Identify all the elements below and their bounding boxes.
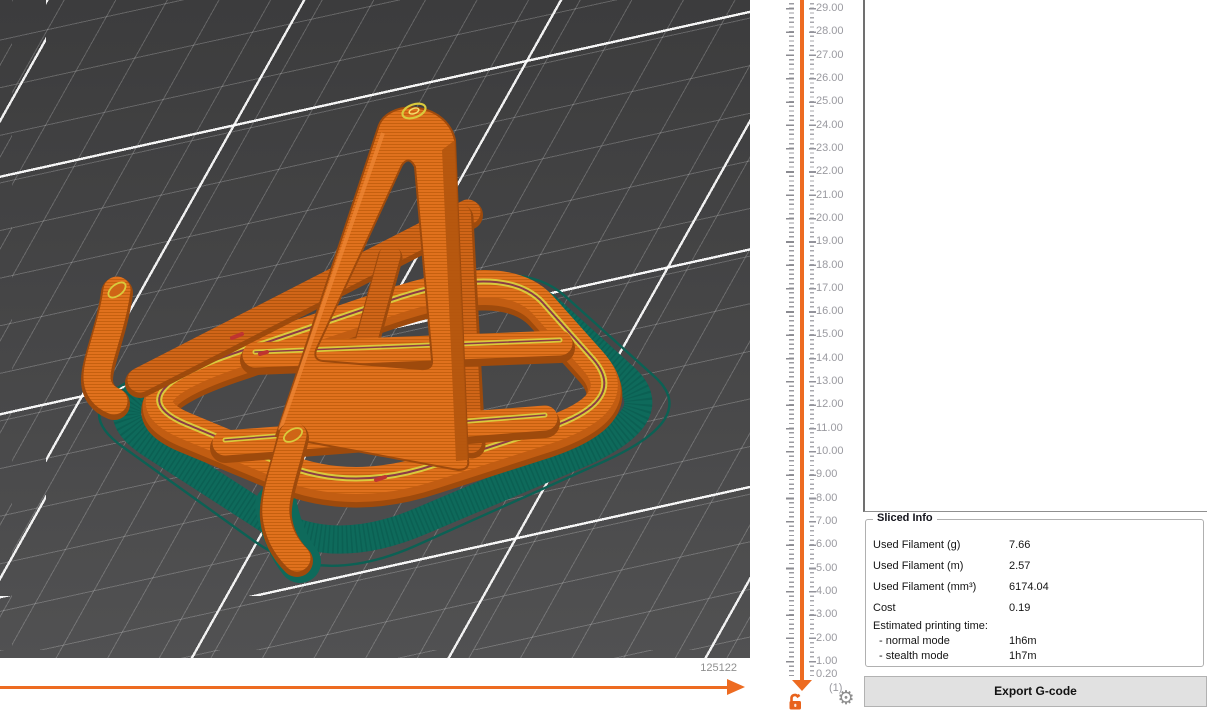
printing-time-header: Estimated printing time: [873,620,988,632]
sliced-info-panel: Sliced Info Used Filament (g) 7.66 Used Fi… [865,512,1204,667]
layer-tick-label: 15.00 [816,328,844,341]
layer-tick-label: 23.00 [816,141,844,154]
layer-tick-label: 4.00 [816,585,838,597]
sliced-info-row: Used Filament (g) 7.66 [873,539,1031,551]
layer-tick-label: 16.00 [816,305,844,318]
layer-slider-labels: 29.00 28.00 27.00 26.00 25.00 24.00 23.00 22.00… [816,0,864,710]
layer-tick-label: 1.00 [816,654,838,667]
layer-tick-label: 6.00 [816,538,838,551]
slicer-window: 29.00 28.00 27.00 26.00 25.00 24.00 23.00 22.00… [0,0,1207,710]
layer-tick-label: 17.00 [816,281,844,294]
3d-viewport[interactable] [0,0,750,658]
layer-tick-label: 0.20 [816,668,838,680]
sliced-info-row: Used Filament (m) 2.57 [873,560,1031,572]
layer-tick-label: 12.00 [816,398,844,411]
layer-tick-label: 19.00 [816,235,844,248]
export-gcode-button[interactable]: Export G-code [864,676,1207,707]
gear-icon[interactable]: ⚙ [835,688,857,710]
lock-open-icon[interactable] [788,693,805,710]
layer-tick-label: 10.00 [816,445,844,458]
layer-tick-label: 20.00 [816,211,844,224]
layer-tick-label: 26.00 [816,71,844,84]
layer-tick-label: 2.00 [816,631,838,644]
sliced-info-row: Cost 0.19 [873,602,1031,614]
layer-tick-label: 27.00 [816,48,844,61]
right-settings-panel [863,0,1207,512]
model-render [80,102,671,583]
sliced-info-row: - stealth mode 1h7m [879,650,1037,662]
move-slider-handle[interactable] [727,679,745,695]
layer-tick-label: 25.00 [816,95,844,108]
layer-slider-track[interactable] [800,0,804,680]
layer-ticks-major-left [786,8,794,672]
sliced-info-title: Sliced Info [873,512,937,524]
move-slider-value: 125122 [700,662,737,674]
move-slider-track[interactable] [0,686,727,689]
sliced-info-rows: Used Filament (g) 7.66 Used Filament (m) 2.… [866,535,1203,619]
layer-tick-label: 5.00 [816,561,838,574]
layer-tick-label: 11.00 [816,421,843,434]
layer-slider-handle[interactable] [792,680,812,691]
layer-tick-label: 29.00 [816,2,844,14]
layer-tick-label: 7.00 [816,515,838,528]
sliced-info-row: - normal mode 1h6m [879,635,1037,647]
layer-tick-label: 9.00 [816,468,838,481]
layer-tick-label: 22.00 [816,165,844,178]
layer-tick-label: 28.00 [816,25,844,38]
sliced-info-row: Used Filament (mm³) 6174.04 [873,581,1049,593]
layer-tick-label: 24.00 [816,118,844,131]
layer-tick-label: 3.00 [816,608,838,621]
layer-tick-label: 21.00 [816,188,844,201]
layer-tick-label: 18.00 [816,258,844,271]
layer-tick-label: 14.00 [816,351,844,364]
layer-tick-label: 8.00 [816,491,838,504]
sliced-info-time-rows: - normal mode 1h6m - stealth mode 1h7m [866,634,1203,664]
layer-tick-label: 13.00 [816,375,844,388]
layer-ticks-major-right [809,8,816,672]
